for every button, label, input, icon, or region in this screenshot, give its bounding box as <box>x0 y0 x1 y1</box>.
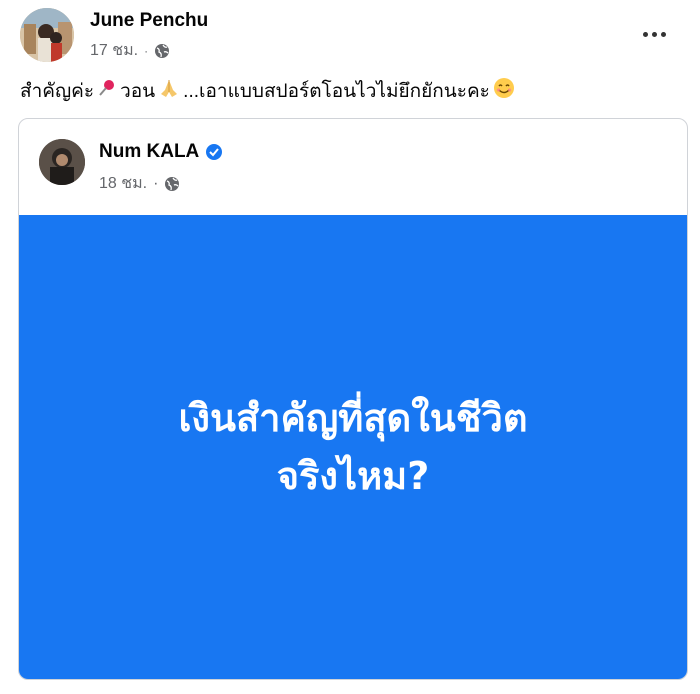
folded-hands-emoji <box>158 78 180 104</box>
shared-author-name-row: Num KALA <box>99 141 223 163</box>
globe-icon[interactable] <box>164 176 180 192</box>
meta-separator: · <box>144 43 149 58</box>
shared-post-meta: 18 ชม. · <box>99 171 180 196</box>
caption-text-2: วอน <box>120 81 156 102</box>
shared-author-name[interactable]: Num KALA <box>99 141 199 163</box>
verified-badge-icon <box>205 143 223 161</box>
smiling-face-emoji <box>493 77 515 105</box>
text-background-card[interactable]: เงินสำคัญที่สุดในชีวิต จริงไหม? <box>19 215 687 679</box>
shared-post-header: Num KALA 18 ชม. · <box>19 119 687 214</box>
facebook-post: June Penchu 17 ชม. · สำคัญค่ะ วอน ...เอา… <box>0 0 700 694</box>
shared-post[interactable]: Num KALA 18 ชม. · เงินสำคัญที่สุดในชีวิต… <box>18 118 688 680</box>
author-avatar[interactable] <box>20 8 74 62</box>
post-time[interactable]: 17 ชม. <box>90 38 138 63</box>
post-header: June Penchu 17 ชม. · <box>20 8 680 64</box>
pushpin-emoji <box>97 78 117 104</box>
more-options-icon[interactable] <box>636 22 672 46</box>
card-text-line-2: จริงไหม? <box>276 454 430 498</box>
card-text-line-1: เงินสำคัญที่สุดในชีวิต <box>178 396 528 440</box>
shared-author-avatar[interactable] <box>39 139 85 185</box>
post-meta: 17 ชม. · <box>90 38 170 63</box>
shared-meta-separator: · <box>153 174 159 192</box>
caption-text-1: สำคัญค่ะ <box>20 81 95 102</box>
post-caption: สำคัญค่ะ วอน ...เอาแบบสปอร์ตโอนไวไม่ยึกย… <box>20 76 518 106</box>
globe-icon[interactable] <box>154 43 170 59</box>
caption-text-3: ...เอาแบบสปอร์ตโอนไวไม่ยึกยักนะคะ <box>183 81 490 102</box>
shared-post-time[interactable]: 18 ชม. <box>99 171 147 196</box>
author-name[interactable]: June Penchu <box>90 10 208 32</box>
